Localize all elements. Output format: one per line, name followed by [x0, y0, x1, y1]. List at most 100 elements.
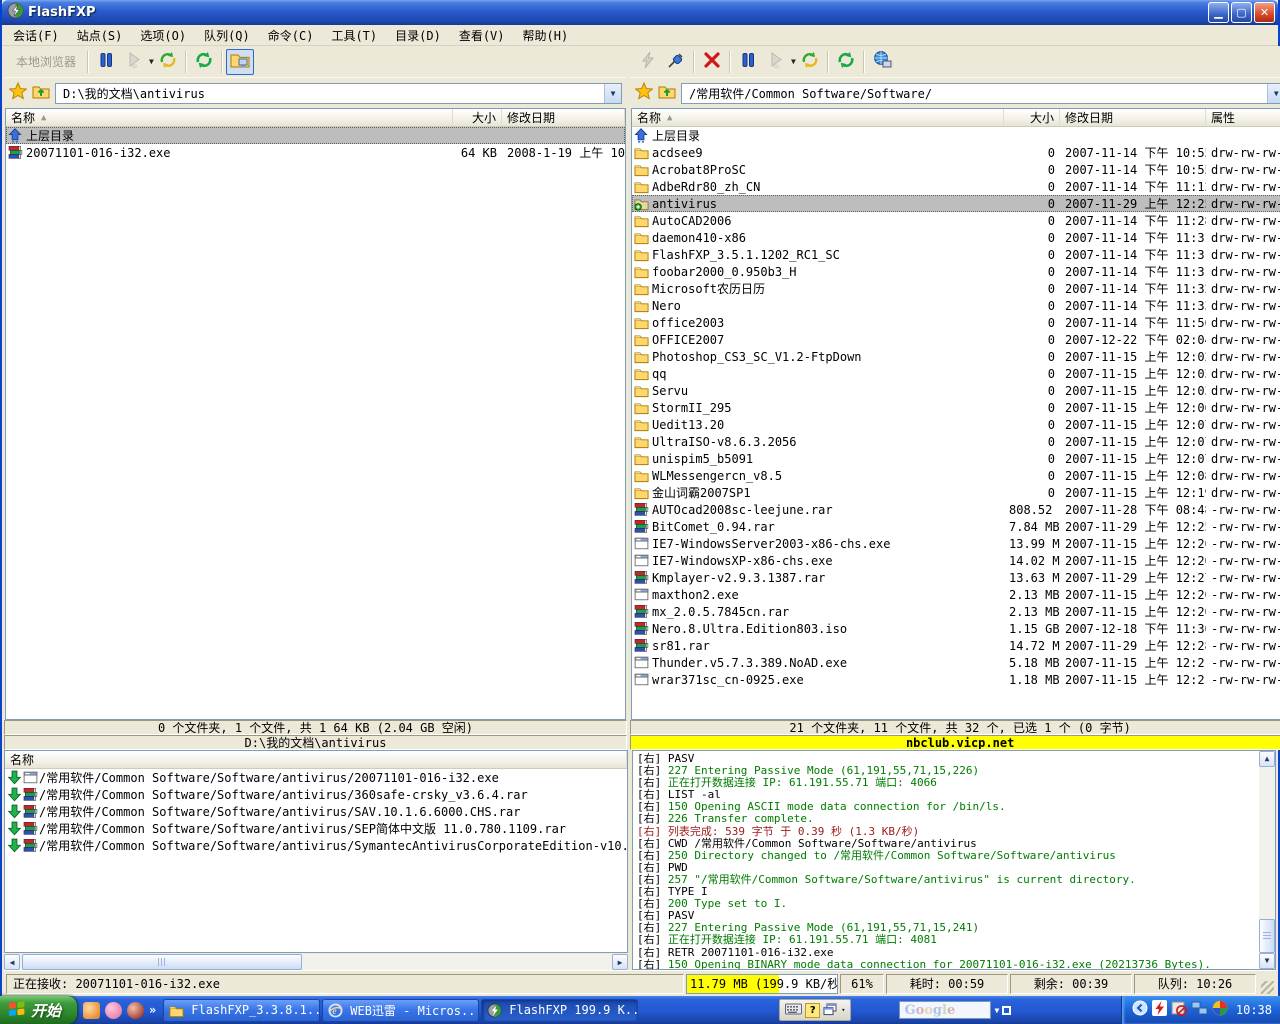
refresh-button[interactable] — [190, 49, 218, 75]
scroll-thumb[interactable] — [1259, 919, 1275, 953]
search-dropdown-icon[interactable]: ▼ — [994, 1006, 999, 1015]
local-path-combobox[interactable]: D:\我的文档\antivirus ▼ — [55, 83, 622, 104]
file-row[interactable]: foobar2000_0.950b3_H02007-11-14 下午 11:31… — [632, 263, 1280, 280]
menu-item-0[interactable]: 会话(F) — [4, 25, 68, 46]
log-vertical-scrollbar[interactable]: ▲ ▼ — [1259, 751, 1275, 969]
quicklaunch-more-chevron[interactable]: » — [149, 1003, 156, 1017]
minimize-button[interactable]: ▁ — [1208, 2, 1229, 23]
file-row[interactable]: mx_2.0.5.7845cn.rar2.13 MB2007-11-15 上午 … — [632, 603, 1280, 620]
go-queue-button[interactable]: GO — [762, 49, 790, 75]
menu-item-5[interactable]: 工具(T) — [322, 25, 386, 46]
scroll-down-button[interactable]: ▼ — [1259, 953, 1275, 969]
taskbar-task-2[interactable]: FlashFXP 199.9 K... — [481, 999, 638, 1022]
menu-item-2[interactable]: 选项(O) — [131, 25, 195, 46]
file-row[interactable]: 金山词霸2007SP102007-11-15 上午 12:19drw-rw-rw… — [632, 484, 1280, 501]
column-header-3[interactable]: 属性 — [1206, 109, 1280, 126]
file-row[interactable]: BitComet_0.94.rar7.84 MB2007-11-29 上午 12… — [632, 518, 1280, 535]
queue-item[interactable]: /常用软件/Common Software/Software/antivirus… — [5, 803, 627, 820]
pause-queue-button[interactable] — [92, 49, 120, 75]
queue-item[interactable]: /常用软件/Common Software/Software/antivirus… — [5, 837, 627, 854]
queue-item[interactable]: /常用软件/Common Software/Software/antivirus… — [5, 769, 627, 786]
menu-item-8[interactable]: 帮助(H) — [514, 25, 578, 46]
column-header-2[interactable]: 修改日期 — [502, 109, 625, 126]
file-row[interactable]: IE7-WindowsXP-x86-chs.exe14.02 MB2007-11… — [632, 552, 1280, 569]
column-header-2[interactable]: 修改日期 — [1060, 109, 1206, 126]
file-row[interactable]: Servu02007-11-15 上午 12:03drw-rw-rw- — [632, 382, 1280, 399]
column-header-0[interactable]: 名称▲ — [6, 109, 453, 126]
taskbar-task-1[interactable]: eWEB迅雷 - Micros... — [322, 999, 479, 1022]
menu-item-7[interactable]: 查看(V) — [450, 25, 514, 46]
browser-quicklaunch-icon[interactable] — [127, 1002, 144, 1019]
favorites-icon[interactable] — [635, 82, 653, 104]
maximize-button[interactable]: ▢ — [1231, 2, 1252, 23]
thunder-tray-icon[interactable] — [1152, 1000, 1167, 1020]
pause-queue-button[interactable] — [734, 49, 762, 75]
file-row[interactable]: Photoshop_CS3_SC_V1.2-FtpDown02007-11-15… — [632, 348, 1280, 365]
file-row[interactable]: qq02007-11-15 上午 12:03drw-rw-rw- — [632, 365, 1280, 382]
restore-toolbar-icon[interactable] — [823, 1001, 838, 1020]
menu-item-6[interactable]: 目录(D) — [386, 25, 450, 46]
file-row[interactable]: IE7-WindowsServer2003-x86-chs.exe13.99 M… — [632, 535, 1280, 552]
file-row[interactable]: sr81.rar14.72 MB2007-11-29 上午 12:28-rw-r… — [632, 637, 1280, 654]
messenger-quicklaunch-icon[interactable] — [105, 1002, 122, 1019]
file-row[interactable]: Uedit13.2002007-11-15 上午 12:07drw-rw-rw- — [632, 416, 1280, 433]
refresh-button[interactable] — [832, 49, 860, 75]
file-row[interactable]: UltraISO-v8.6.3.205602007-11-15 上午 12:07… — [632, 433, 1280, 450]
menu-item-3[interactable]: 队列(Q) — [195, 25, 259, 46]
langbar-options-icon[interactable]: ▾ — [841, 1006, 845, 1014]
transfer-button[interactable] — [154, 49, 182, 75]
up-directory-icon[interactable] — [658, 82, 676, 104]
disconnect-button[interactable] — [698, 49, 726, 75]
taskbar-task-0[interactable]: FlashFXP_3.3.8.1... — [163, 999, 320, 1022]
file-row[interactable]: antivirus02007-11-29 上午 12:25drw-rw-rw- — [632, 195, 1280, 212]
file-row[interactable]: Microsoft农历日历02007-11-14 下午 11:32drw-rw-… — [632, 280, 1280, 297]
abort-button[interactable] — [634, 49, 662, 75]
file-row[interactable]: Nero.8.Ultra.Edition803.iso1.15 GB2007-1… — [632, 620, 1280, 637]
path-dropdown-button[interactable]: ▼ — [1267, 84, 1280, 103]
file-row[interactable]: Nero02007-11-14 下午 11:33drw-rw-rw- — [632, 297, 1280, 314]
menu-item-1[interactable]: 站点(S) — [68, 25, 132, 46]
queue-item[interactable]: /常用软件/Common Software/Software/antivirus… — [5, 820, 627, 837]
file-row[interactable]: AdbeRdr80_zh_CN02007-11-14 下午 11:12drw-r… — [632, 178, 1280, 195]
favorites-icon[interactable] — [9, 82, 27, 104]
column-header-0[interactable]: 名称▲ — [632, 109, 1004, 126]
resize-grip[interactable] — [1261, 981, 1274, 994]
queue-column-header[interactable]: 名称 — [5, 751, 627, 768]
network-tray-icon[interactable] — [1191, 1001, 1208, 1020]
column-header-1[interactable]: 大小 — [453, 109, 502, 126]
file-row[interactable]: StormII_29502007-11-15 上午 12:06drw-rw-rw… — [632, 399, 1280, 416]
file-row[interactable]: daemon410-x8602007-11-14 下午 11:31drw-rw-… — [632, 229, 1280, 246]
path-dropdown-button[interactable]: ▼ — [604, 84, 621, 103]
language-bar[interactable]: ? ▾ — [779, 999, 851, 1021]
go-queue-button[interactable]: GO — [120, 49, 148, 75]
file-row[interactable]: AutoCAD200602007-11-14 下午 11:28drw-rw-rw… — [632, 212, 1280, 229]
scroll-up-button[interactable]: ▲ — [1259, 751, 1275, 767]
file-row[interactable]: maxthon2.exe2.13 MB2007-11-15 上午 12:20-r… — [632, 586, 1280, 603]
file-row[interactable]: WLMessengercn_v8.502007-11-15 上午 12:08dr… — [632, 467, 1280, 484]
search-stop-icon[interactable] — [1002, 1006, 1011, 1015]
menu-item-4[interactable]: 命令(C) — [259, 25, 323, 46]
scroll-right-button[interactable]: ▶ — [612, 954, 628, 970]
help-icon[interactable]: ? — [805, 1003, 820, 1018]
file-row[interactable]: Kmplayer-v2.9.3.1387.rar13.63 MB2007-11-… — [632, 569, 1280, 586]
file-row[interactable]: 20071101-016-i32.exe64 KB2008-1-19 上午 10… — [6, 144, 625, 161]
scroll-left-button[interactable]: ◀ — [4, 954, 20, 970]
queue-horizontal-scrollbar[interactable]: ◀ ▶ — [4, 954, 628, 970]
file-row[interactable]: wrar371sc_cn-0925.exe1.18 MB2007-11-15 上… — [632, 671, 1280, 688]
file-row[interactable]: Acrobat8ProSC02007-11-14 下午 10:55drw-rw-… — [632, 161, 1280, 178]
file-row[interactable]: AUTOcad2008sc-leejune.rar808.52 MB2007-1… — [632, 501, 1280, 518]
file-row[interactable]: office200302007-11-14 下午 11:56drw-rw-rw- — [632, 314, 1280, 331]
thunder-quicklaunch-icon[interactable] — [83, 1002, 100, 1019]
transfer-button[interactable] — [796, 49, 824, 75]
remote-path-combobox[interactable]: /常用软件/Common Software/Software/ ▼ — [681, 83, 1280, 104]
local-browser-button[interactable]: 本地浏览器 — [8, 53, 84, 70]
file-row[interactable]: FlashFXP_3.5.1.1202_RC1_SC02007-11-14 下午… — [632, 246, 1280, 263]
start-button[interactable]: 开始 — [0, 996, 77, 1024]
file-row[interactable]: Thunder.v5.7.3.389.NoAD.exe5.18 MB2007-1… — [632, 654, 1280, 671]
file-row[interactable]: OFFICE200702007-12-22 下午 02:04drw-rw-rw- — [632, 331, 1280, 348]
file-row[interactable]: 上层目录 — [6, 127, 625, 144]
column-header-1[interactable]: 大小 — [1004, 109, 1060, 126]
queue-item[interactable]: /常用软件/Common Software/Software/antivirus… — [5, 786, 627, 803]
close-button[interactable]: ✕ — [1254, 2, 1275, 23]
file-row[interactable]: 上层目录 — [632, 127, 1280, 144]
